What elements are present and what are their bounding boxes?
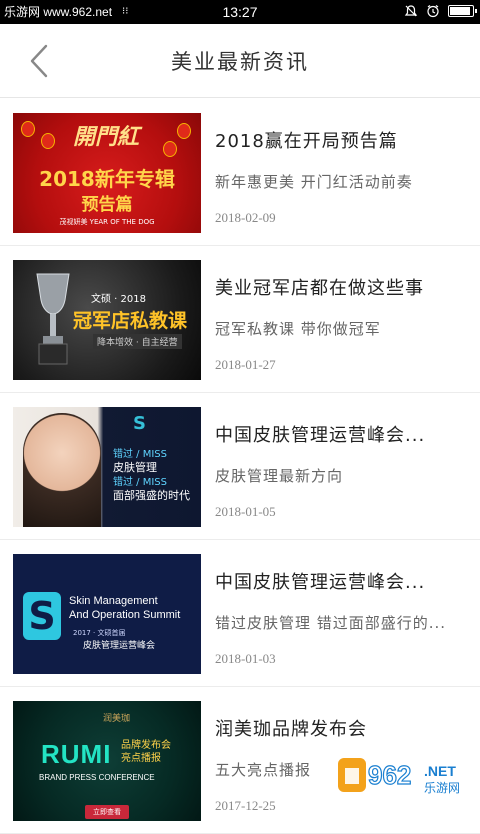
- watermark-logo: 962 .NET 乐游网: [336, 754, 476, 798]
- article-desc: 皮肤管理最新方向: [215, 465, 465, 486]
- article-title[interactable]: 中国皮肤管理运营峰会...: [215, 421, 465, 447]
- thumb-bpc: BRAND PRESS CONFERENCE: [39, 773, 155, 782]
- lantern-icon: [21, 121, 35, 137]
- thumb-l1: 错过 / MISS: [113, 445, 167, 460]
- thumb-en-text: Skin Management And Operation Summit: [69, 594, 180, 622]
- list-item[interactable]: S Skin Management And Operation Summit 2…: [0, 540, 480, 687]
- summit-logo-icon: S: [23, 592, 61, 640]
- battery-level: [450, 7, 470, 15]
- article-date: 2018-02-09: [215, 210, 465, 226]
- article-desc: 冠军私教课 带你做冠军: [215, 318, 465, 339]
- thumb-l4: 面部强盛的时代: [113, 487, 190, 503]
- lantern-icon: [177, 123, 191, 139]
- mute-icon: [404, 4, 418, 18]
- thumb-sub-text: 2017 · 文硕首届: [73, 628, 126, 638]
- alarm-icon: [426, 4, 440, 18]
- thumb-tag: 品牌发布会 亮点播报: [121, 739, 171, 765]
- thumb-rumi: RUMI: [41, 739, 111, 770]
- svg-text:962: 962: [368, 760, 411, 790]
- view-now-button: 立即查看: [85, 805, 129, 819]
- article-desc: 新年惠更美 开门红活动前奏: [215, 171, 465, 192]
- lantern-icon: [163, 141, 177, 157]
- article-thumbnail: S Skin Management And Operation Summit 2…: [13, 554, 201, 674]
- thumb-small-text: 预告篇: [13, 190, 201, 215]
- article-date: 2018-01-03: [215, 651, 465, 667]
- status-right: [404, 4, 474, 18]
- article-thumbnail: 文硕 · 2018 冠军店私教课 降本增效 · 自主经营: [13, 260, 201, 380]
- article-title[interactable]: 美业冠军店都在做这些事: [215, 274, 465, 300]
- page-header: 美业最新资讯: [0, 24, 480, 98]
- list-item[interactable]: S 错过 / MISS 皮肤管理 错过 / MISS 面部强盛的时代 中国皮肤管…: [0, 393, 480, 540]
- lantern-icon: [41, 133, 55, 149]
- article-thumbnail: S 错过 / MISS 皮肤管理 错过 / MISS 面部强盛的时代: [13, 407, 201, 527]
- article-date: 2018-01-27: [215, 357, 465, 373]
- thumb-cn-text: 皮肤管理运营峰会: [83, 638, 155, 651]
- article-desc: 错过皮肤管理 错过面部盛行的...: [215, 612, 465, 633]
- article-date: 2017-12-25: [215, 798, 465, 814]
- article-title[interactable]: 2018赢在开局预告篇: [215, 127, 465, 153]
- article-thumbnail: 開門紅 2018新年专辑 预告篇 茂视妍美 YEAR OF THE DOG: [13, 113, 201, 233]
- summit-logo-icon: S: [133, 413, 149, 433]
- thumb-tag1: 品牌发布会: [121, 739, 171, 752]
- watermark-graphic: 962 .NET 乐游网: [336, 754, 476, 798]
- status-bar: 乐游网 www.962.net ⁝⁝ 13:27: [0, 0, 480, 24]
- list-item[interactable]: 開門紅 2018新年专辑 预告篇 茂视妍美 YEAR OF THE DOG 20…: [0, 99, 480, 246]
- thumb-tag2: 亮点播报: [121, 752, 171, 765]
- article-title[interactable]: 中国皮肤管理运营峰会...: [215, 568, 465, 594]
- page-title: 美业最新资讯: [0, 46, 480, 76]
- article-thumbnail: 润美珈 RUMI 品牌发布会 亮点播报 BRAND PRESS CONFEREN…: [13, 701, 201, 821]
- article-list: 開門紅 2018新年专辑 预告篇 茂视妍美 YEAR OF THE DOG 20…: [0, 99, 480, 834]
- thumb-top-text: 開門紅: [73, 119, 139, 151]
- article-date: 2018-01-05: [215, 504, 465, 520]
- thumb-foot-text: 茂视妍美 YEAR OF THE DOG: [13, 217, 201, 227]
- thumb-line1: 文硕 · 2018: [91, 290, 146, 305]
- thumb-brand: 润美珈: [103, 711, 130, 724]
- thumb-line2: 冠军店私教课: [73, 306, 187, 333]
- svg-text:.NET: .NET: [424, 763, 456, 779]
- list-item[interactable]: 文硕 · 2018 冠军店私教课 降本增效 · 自主经营 美业冠军店都在做这些事…: [0, 246, 480, 393]
- trophy-icon: [33, 270, 73, 370]
- portrait-image: [23, 413, 101, 527]
- svg-text:乐游网: 乐游网: [424, 781, 460, 795]
- article-title[interactable]: 润美珈品牌发布会: [215, 715, 465, 741]
- thumb-l3: 错过 / MISS: [113, 473, 167, 488]
- thumb-big-text: 2018新年专辑: [13, 163, 201, 192]
- thumb-line3: 降本增效 · 自主经营: [93, 334, 182, 349]
- battery-icon: [448, 5, 474, 17]
